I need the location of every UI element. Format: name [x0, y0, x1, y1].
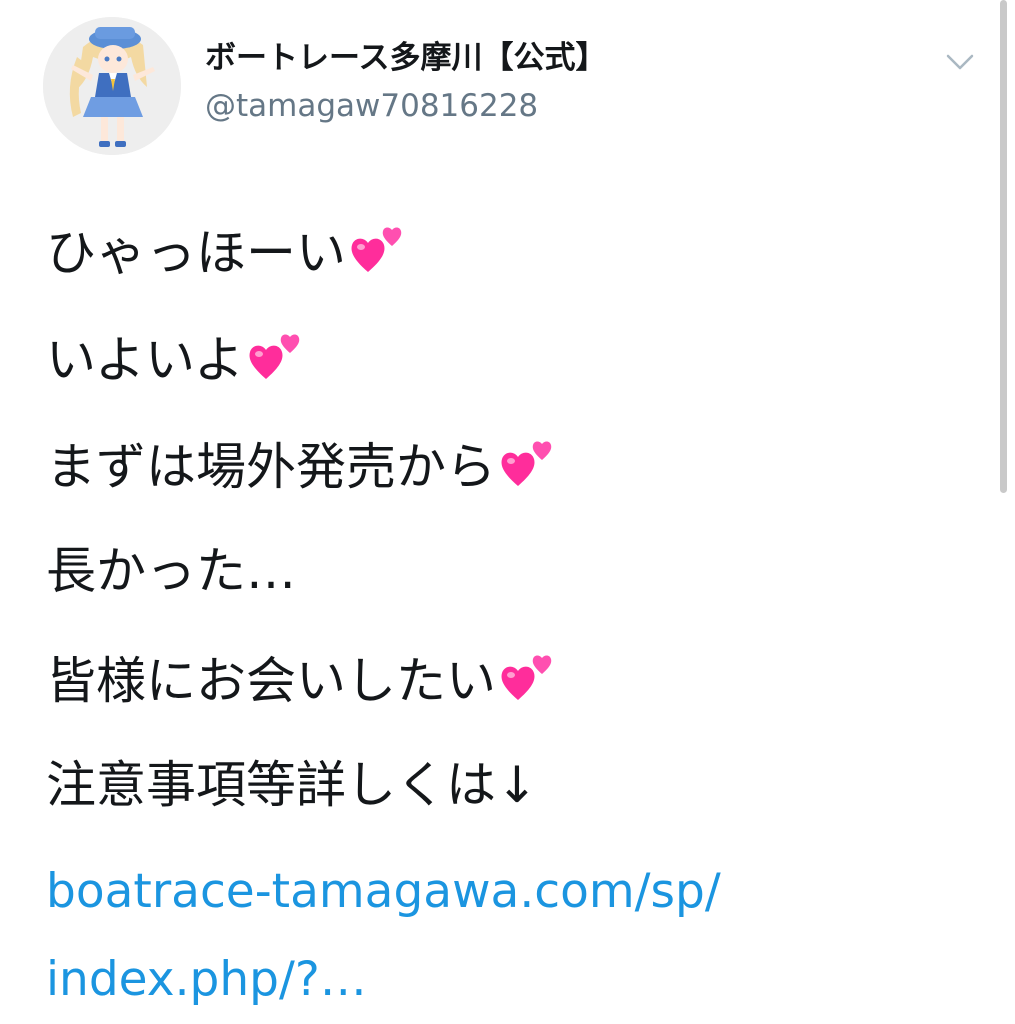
chevron-down-icon[interactable]: [940, 44, 980, 80]
tweet-text: 長かった…: [46, 542, 296, 600]
tweet-text: ひゃっほーい: [46, 224, 346, 282]
tweet-text-line: 注意事項等詳しくは↓: [46, 755, 538, 815]
tweet-text-line: いよいよ: [46, 327, 304, 390]
author-handle[interactable]: @tamagaw70816228: [205, 86, 538, 126]
tweet-text: 皆様にお会いしたい: [46, 652, 496, 710]
tweet-text: まずは場外発売から: [46, 438, 496, 496]
tweet-text-line: 長かった…: [46, 541, 296, 601]
scrollbar[interactable]: [1000, 0, 1007, 493]
tweet-link[interactable]: boatrace-tamagawa.com/sp/: [46, 862, 721, 922]
tweet-text-line: 皆様にお会いしたい: [46, 648, 556, 711]
two-hearts-icon: [498, 434, 556, 492]
tweet-text: 注意事項等詳しくは↓: [46, 756, 538, 814]
two-hearts-icon: [246, 327, 304, 385]
tweet-link-continued[interactable]: index.php/?…: [46, 950, 367, 1010]
tweet: ボートレース多摩川【公式】 @tamagaw70816228 ひゃっほーい いよ…: [0, 0, 1015, 1024]
mascot-avatar-icon[interactable]: [43, 17, 181, 155]
two-hearts-icon: [498, 648, 556, 706]
author-display-name[interactable]: ボートレース多摩川【公式】: [205, 38, 606, 78]
two-hearts-icon: [348, 220, 406, 278]
tweet-text-line: ひゃっほーい: [46, 220, 406, 283]
tweet-text-line: まずは場外発売から: [46, 434, 556, 497]
tweet-text: いよいよ: [46, 331, 244, 389]
